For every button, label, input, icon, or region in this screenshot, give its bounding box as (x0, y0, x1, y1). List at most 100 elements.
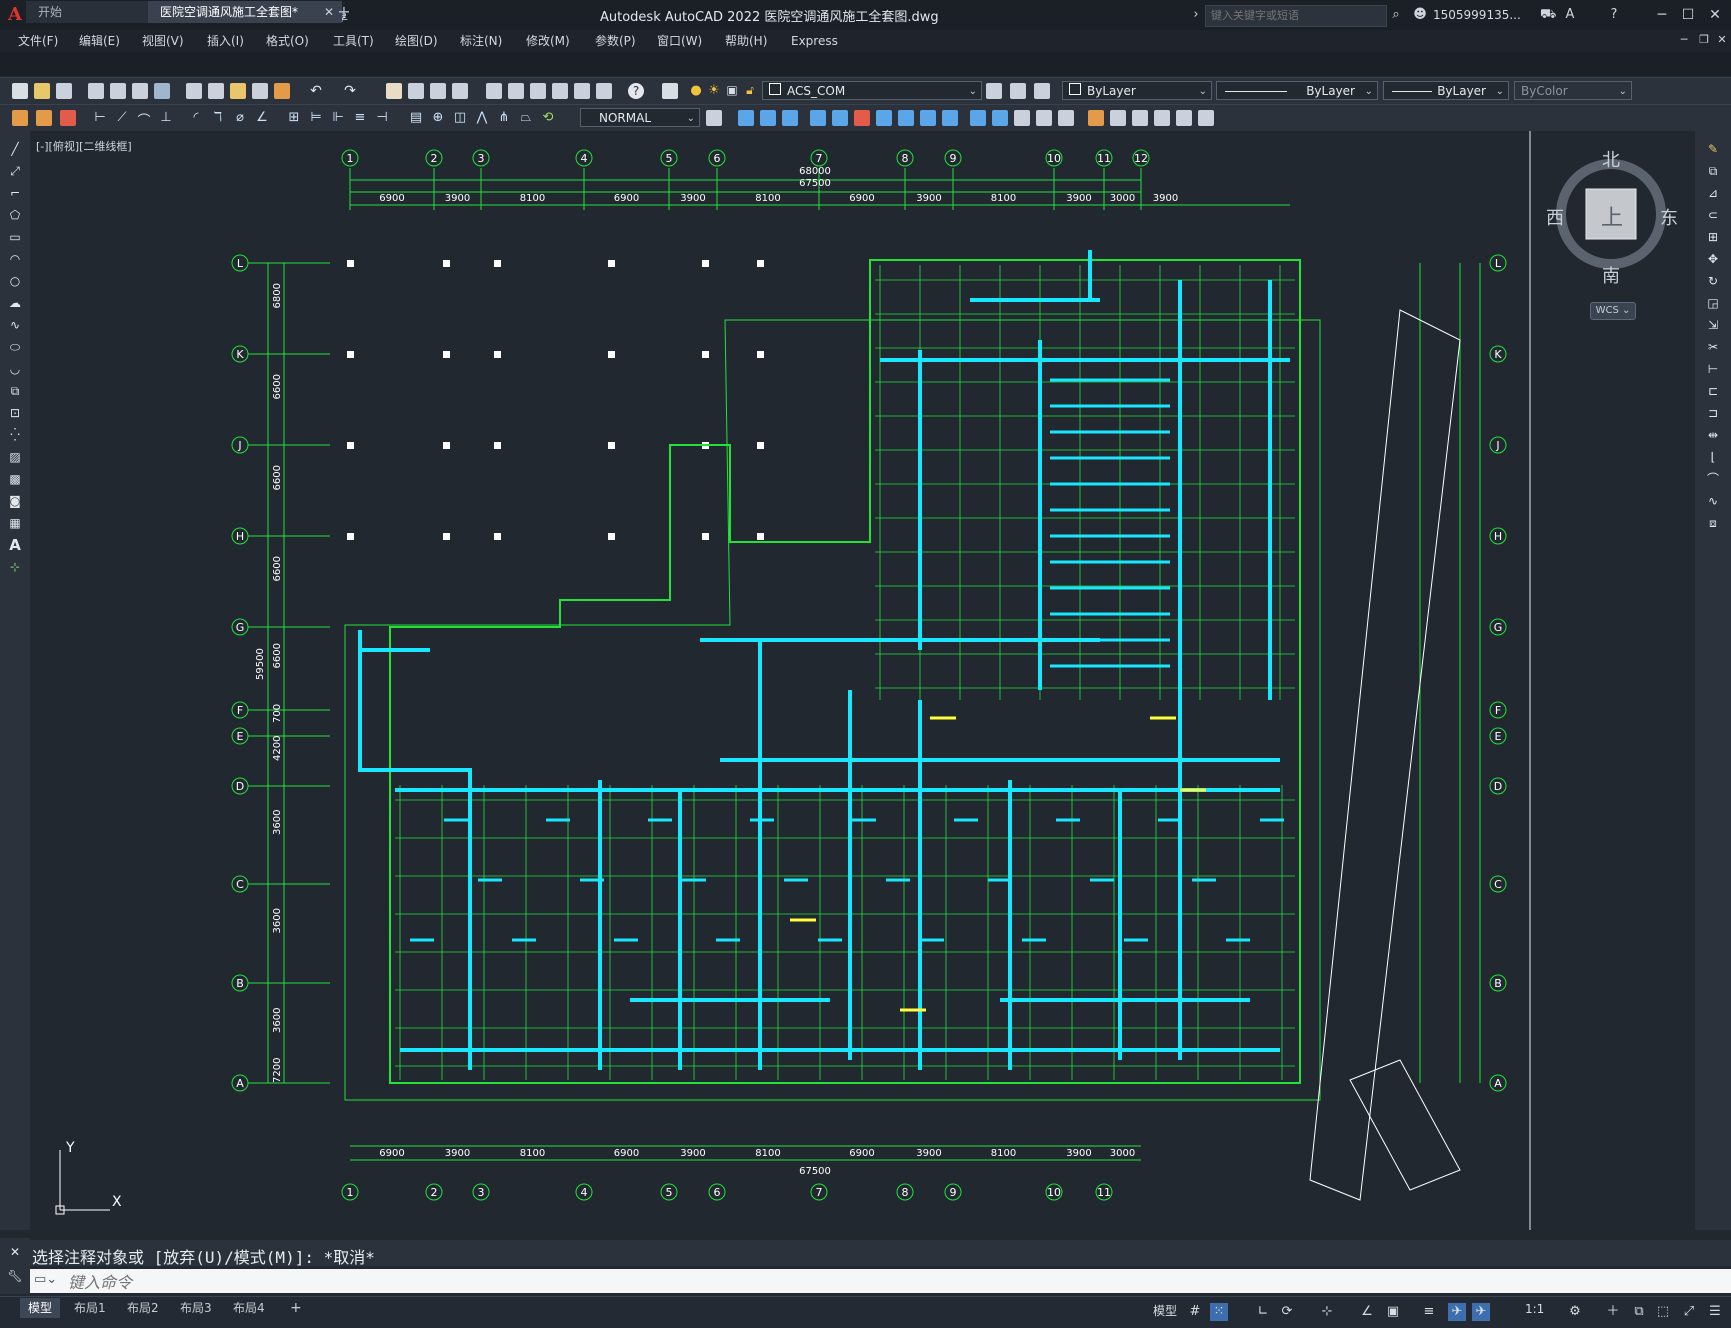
menu-edit[interactable]: 编辑(E) (79, 30, 120, 52)
layer-state-icon[interactable] (1034, 83, 1050, 99)
dimstyle-manager-icon[interactable] (706, 110, 722, 126)
tab-start[interactable]: 开始 (26, 1, 160, 23)
plot-icon[interactable] (88, 83, 104, 99)
make-current-layer-icon[interactable] (986, 83, 1002, 99)
menu-draw[interactable]: 绘图(D) (395, 30, 438, 52)
drawing-canvas[interactable]: 1 2 3 4 5 6 7 8 9 10 11 12 1 2 3 4 5 6 7 8 9 10 11 L L K K J J H H G G F F… (30, 131, 1695, 1230)
diameter-dim-icon[interactable]: ⌀ (232, 110, 248, 126)
command-prompt-icon[interactable]: ▭⌄ (34, 1272, 57, 1287)
workspace-icon[interactable] (12, 110, 28, 126)
paste-icon[interactable] (230, 83, 246, 99)
region-icon[interactable]: ◙ (7, 493, 23, 509)
search-box[interactable] (1205, 5, 1387, 27)
layer-combo[interactable]: ACS_COM ⌄ (762, 81, 982, 100)
angular-dim-icon[interactable]: ∠ (254, 110, 270, 126)
line-icon[interactable]: ╱ (7, 141, 23, 157)
cut-icon[interactable] (186, 83, 202, 99)
inspection-icon[interactable]: ◫ (452, 110, 468, 126)
insert-block-icon[interactable]: ⧉ (7, 383, 23, 399)
ordinate-dim-icon[interactable]: ⊥ (158, 110, 174, 126)
mirror-icon[interactable]: ⊿ (1705, 185, 1721, 201)
ortho-icon[interactable]: ∟ (1254, 1303, 1272, 1321)
object-snap-2d-icon[interactable]: ▣ (1384, 1303, 1402, 1321)
polygon-icon[interactable]: ⬠ (7, 207, 23, 223)
object-snap-icon[interactable]: ∠ (1358, 1303, 1376, 1321)
layout-tab-1[interactable]: 布局1 (66, 1298, 114, 1318)
minimize-button[interactable]: ─ (1650, 4, 1674, 26)
fillet-icon[interactable]: ⌒ (1705, 471, 1721, 487)
lineweight-combo[interactable]: ByLayer ⌄ (1383, 81, 1509, 100)
table-icon[interactable]: ▦ (7, 515, 23, 531)
tab-close-icon[interactable]: ✕ (324, 1, 334, 23)
multiline-text-icon[interactable]: A (7, 537, 23, 553)
quick-dim-icon[interactable]: ⊞ (286, 110, 302, 126)
draw-order-icon[interactable] (1110, 110, 1126, 126)
redo-icon[interactable]: ↷ (342, 83, 358, 99)
workspace-gear-icon[interactable]: ⚙ (1566, 1303, 1584, 1321)
baseline-dim-icon[interactable]: ⊨ (308, 110, 324, 126)
arc-length-icon[interactable]: ⌒ (136, 110, 152, 129)
command-input[interactable] (66, 1270, 1670, 1294)
close-button[interactable]: ✕ (1703, 4, 1727, 26)
layer-thaw-sun-icon[interactable]: ☀ (706, 83, 722, 99)
menu-help[interactable]: 帮助(H) (725, 30, 767, 52)
markup-icon[interactable] (574, 83, 590, 99)
erase-icon[interactable] (738, 110, 754, 126)
move-icon[interactable] (854, 110, 870, 126)
model-space-toggle[interactable]: 模型 (1153, 1302, 1177, 1319)
hatch-icon[interactable]: ▨ (7, 449, 23, 465)
publish-icon[interactable] (132, 83, 148, 99)
layout-tab-2[interactable]: 布局2 (119, 1298, 167, 1318)
undo-icon[interactable]: ↶ (308, 83, 324, 99)
search-icon[interactable]: ⌕ (1388, 7, 1404, 23)
sheet-set-icon[interactable] (552, 83, 568, 99)
menu-window[interactable]: 窗口(W) (657, 30, 702, 52)
viewcube-south[interactable]: 南 (1602, 262, 1620, 288)
copy-object-icon[interactable] (760, 110, 776, 126)
jogged-linear-icon[interactable]: ⋀ (474, 110, 490, 126)
help-icon[interactable]: ? (1606, 7, 1622, 23)
rotate-icon[interactable]: ↻ (1705, 273, 1721, 289)
copy-icon[interactable]: ⧉ (1705, 163, 1721, 179)
point-icon[interactable]: ⁛ (7, 427, 23, 443)
stretch-icon[interactable] (920, 110, 936, 126)
gradient-icon[interactable]: ▩ (7, 471, 23, 487)
polar-icon[interactable]: ⟳ (1278, 1303, 1296, 1321)
polyline-icon[interactable]: ⌐ (7, 185, 23, 201)
menu-parametric[interactable]: 参数(P) (595, 30, 636, 52)
annotation-scale[interactable]: 1:1 (1525, 1302, 1544, 1316)
linear-dim-icon[interactable]: ⊢ (92, 110, 108, 126)
calculator-icon[interactable] (596, 83, 612, 99)
pan-icon[interactable] (386, 83, 402, 99)
menu-format[interactable]: 格式(O) (266, 30, 309, 52)
user-account[interactable]: 1505999135... (1433, 8, 1521, 22)
viewcube-top-face[interactable]: 上 (1601, 200, 1623, 232)
make-block-icon[interactable]: ⊡ (7, 405, 23, 421)
spline-icon[interactable]: ∿ (7, 317, 23, 333)
auto-scale-icon[interactable]: ✈ (1472, 1303, 1490, 1321)
layout-tab-3[interactable]: 布局3 (172, 1298, 220, 1318)
break-at-point-icon[interactable]: ⊏ (1705, 383, 1721, 399)
xref-icon[interactable] (1198, 110, 1214, 126)
dim-style-icon[interactable] (60, 110, 76, 126)
menu-file[interactable]: 文件(F) (18, 30, 58, 52)
isolate-objects-icon[interactable]: ⧉ (1630, 1303, 1648, 1321)
aligned-dim-icon[interactable]: ⟋ (114, 110, 130, 126)
offset-icon[interactable] (810, 110, 826, 126)
menu-tools[interactable]: 工具(T) (333, 30, 374, 52)
layout-tab-model[interactable]: 模型 (20, 1298, 61, 1318)
layer-previous-icon[interactable] (1010, 83, 1026, 99)
clean-screen-icon[interactable]: ⤢ (1680, 1303, 1698, 1321)
dim-edit-icon[interactable]: ⋔ (496, 110, 512, 126)
menu-express[interactable]: Express (791, 30, 838, 52)
scale-icon[interactable] (898, 110, 914, 126)
viewcube-north[interactable]: 北 (1602, 146, 1620, 172)
color-combo[interactable]: ByLayer ⌄ (1062, 81, 1212, 100)
erase-icon[interactable]: ✎ (1705, 141, 1721, 157)
chamfer-icon[interactable]: ⌊ (1705, 449, 1721, 465)
circle-icon[interactable]: ○ (7, 273, 23, 289)
rectangle-icon[interactable]: ▭ (7, 229, 23, 245)
viewcube[interactable]: 北 南 东 西 上 (1546, 150, 1678, 287)
add-selected-icon[interactable]: ⊹ (7, 559, 23, 575)
close-icon[interactable]: ✕ (7, 1244, 23, 1260)
